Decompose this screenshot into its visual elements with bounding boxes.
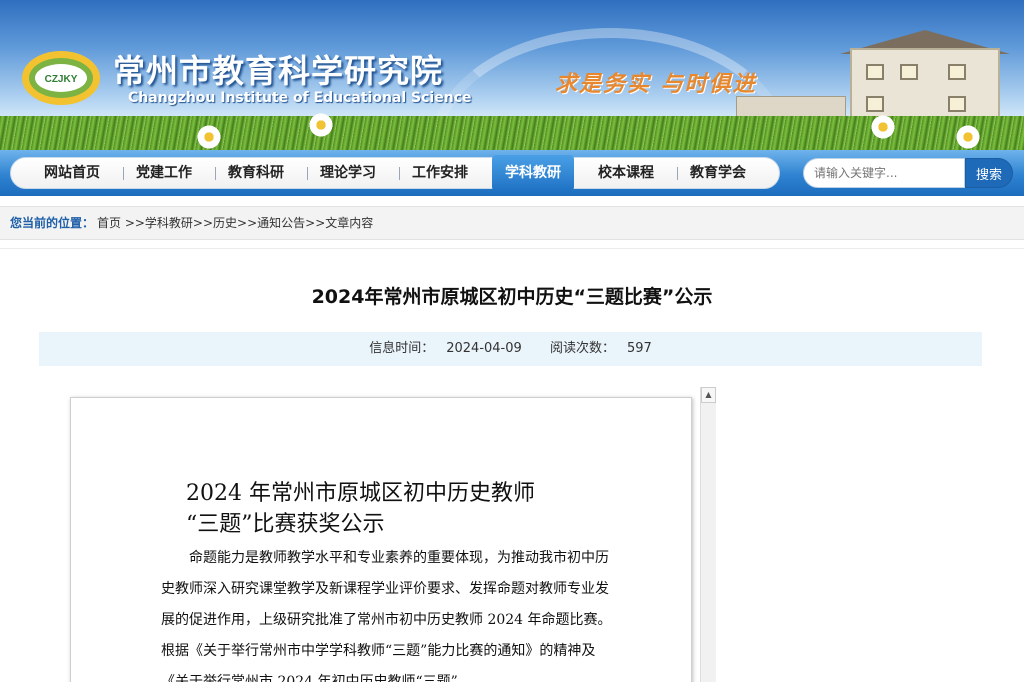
document-viewer[interactable]: 2024 年常州市原城区初中历史教师 “三题”比赛获奖公示 命题能力是教师教学水… [70, 397, 692, 682]
site-banner: CZJKY 常州市教育科学研究院 Changzhou Institute of … [0, 0, 1024, 152]
breadcrumb: 您当前的位置： 首页 >>学科教研>>历史>>通知公告>>文章内容 [0, 206, 1024, 240]
house-window [900, 64, 918, 80]
document-heading-line: “三题”比赛获奖公示 [186, 512, 385, 537]
logo-text: CZJKY [45, 74, 78, 85]
daisy-icon [308, 112, 334, 138]
document-heading: 2024 年常州市原城区初中历史教师 “三题”比赛获奖公示 [186, 478, 646, 540]
nav-item-society[interactable]: 教育学会 [677, 158, 759, 188]
institute-logo-icon[interactable]: CZJKY [20, 48, 102, 108]
views-value: 597 [626, 341, 652, 356]
daisy-icon [196, 124, 222, 150]
scroll-up-arrow-icon[interactable]: ▲ [701, 387, 716, 403]
views-label: 阅读次数： [549, 341, 615, 356]
nav-item-home[interactable]: 网站首页 [31, 158, 113, 188]
search-button[interactable]: 搜索 [965, 158, 1013, 188]
article-meta: 信息时间： 2024-04-09 阅读次数： 597 [39, 332, 982, 366]
daisy-icon [955, 124, 981, 150]
daisy-icon [870, 114, 896, 140]
search-input[interactable] [803, 158, 965, 188]
document-scrollbar[interactable]: ▲ [700, 387, 716, 682]
house-window [948, 64, 966, 80]
nav-item-theory[interactable]: 理论学习 [307, 158, 389, 188]
article-title: 2024年常州市原城区初中历史“三题比赛”公示 [311, 286, 713, 308]
nav-item-research[interactable]: 教育科研 [215, 158, 297, 188]
breadcrumb-label: 您当前的位置： [10, 216, 95, 230]
site-name-cn[interactable]: 常州市教育科学研究院 [113, 46, 443, 92]
slogan: 求是务实 与时俱进 [555, 71, 757, 97]
main-navigation: 网站首页 党建工作 教育科研 理论学习 工作安排 学科教研 校本课程 教育学会 … [0, 150, 1024, 196]
nav-item-curriculum[interactable]: 校本课程 [585, 158, 667, 188]
breadcrumb-path[interactable]: 首页 >>学科教研>>历史>>通知公告>>文章内容 [97, 207, 373, 239]
house-window [866, 96, 884, 112]
date-info: 信息时间： 2024-04-09 [363, 341, 528, 356]
date-label: 信息时间： [369, 341, 435, 356]
document-paragraph: 命题能力是教师教学水平和专业素养的重要体现，为推动我市初中历史教师深入研究课堂教… [161, 550, 612, 682]
document-heading-line: 2024 年常州市原城区初中历史教师 [186, 481, 535, 506]
house-window [866, 64, 884, 80]
nav-item-subject[interactable]: 学科教研 [492, 155, 574, 191]
house-window [948, 96, 966, 112]
site-name-en: Changzhou Institute of Educational Scien… [128, 90, 472, 106]
nav-item-party[interactable]: 党建工作 [123, 158, 205, 188]
views-info: 阅读次数： 597 [544, 341, 658, 356]
nav-item-work[interactable]: 工作安排 [399, 158, 481, 188]
nav-menu: 网站首页 党建工作 教育科研 理论学习 工作安排 学科教研 校本课程 教育学会 [10, 155, 780, 191]
date-value: 2024-04-09 [446, 341, 522, 356]
